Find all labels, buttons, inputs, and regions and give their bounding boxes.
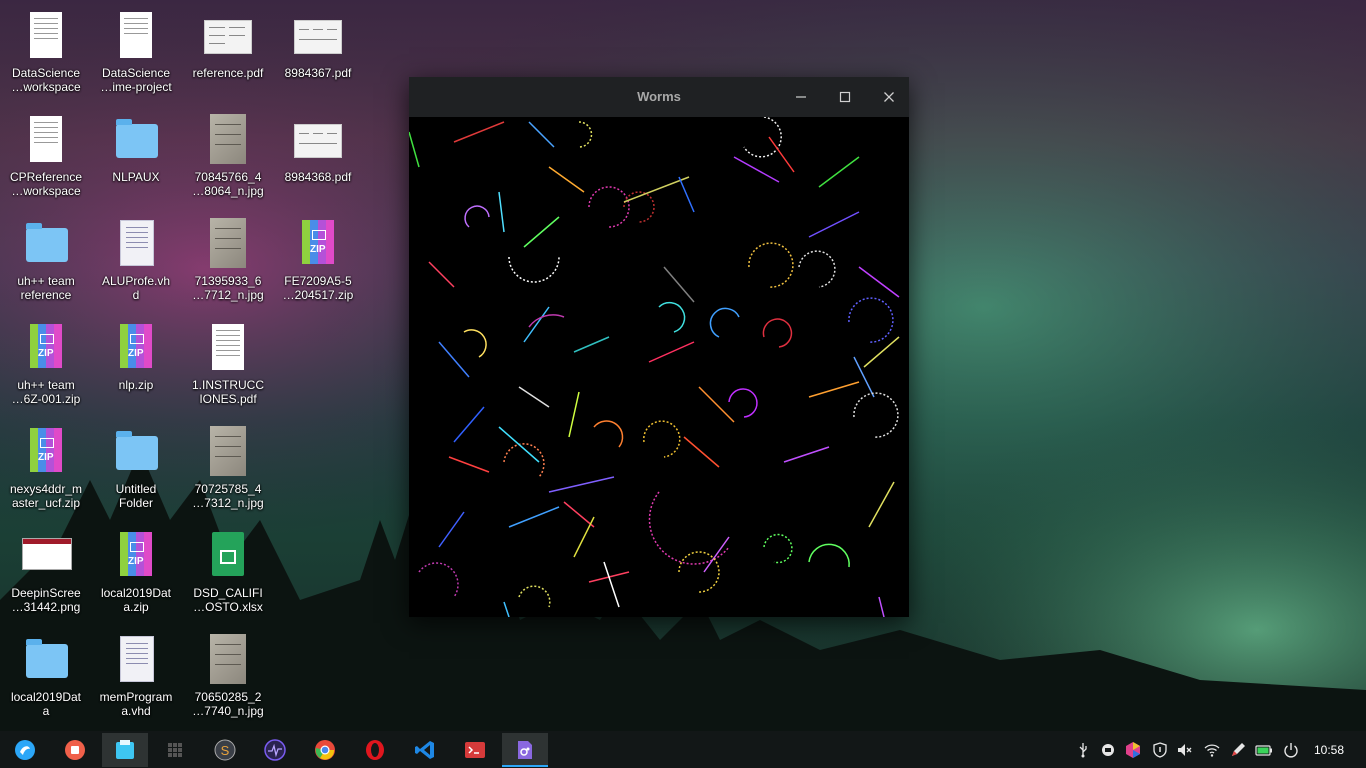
screen-recorder-icon (65, 740, 85, 760)
taskbar-clock[interactable]: 10:58 (1306, 741, 1352, 759)
photo-thumbnail-icon (204, 114, 252, 166)
zip-archive-icon: ZIP (22, 426, 70, 478)
svg-text:S: S (221, 743, 230, 758)
photo-thumbnail-icon (204, 218, 252, 270)
zip-archive-icon: ZIP (294, 218, 342, 270)
worms-window: Worms (409, 77, 909, 617)
taskbar-screen-recorder[interactable] (52, 733, 98, 767)
shield-icon[interactable] (1151, 741, 1169, 759)
folder-icon (112, 426, 160, 478)
zip-archive-icon: ZIP (22, 322, 70, 374)
spreadsheet-icon (204, 530, 252, 582)
chrome-icon (315, 740, 335, 760)
notification-icon[interactable] (1099, 741, 1117, 759)
minimize-icon (796, 96, 806, 98)
close-icon (884, 92, 894, 102)
volume-muted-icon[interactable] (1176, 741, 1194, 759)
color-app-icon[interactable] (1124, 741, 1142, 759)
worms-app-icon (518, 741, 532, 759)
document-icon (112, 10, 160, 62)
desktop-icon-memprograma-vhd[interactable]: memProgram a.vhd (91, 634, 181, 718)
window-titlebar[interactable]: Worms (409, 77, 909, 117)
image-thumbnail-icon (22, 530, 72, 582)
taskbar-vscode[interactable] (402, 733, 448, 767)
folder-icon (112, 114, 160, 166)
pdf-thumbnail-icon (204, 10, 252, 62)
folder-icon (22, 634, 70, 686)
desktop-icon-uh-team-zip[interactable]: ZIP uh++ team …6Z-001.zip (1, 322, 91, 406)
power-icon[interactable] (1282, 741, 1300, 759)
desktop-icon-70725785-jpg[interactable]: 70725785_4 …7312_n.jpg (183, 426, 273, 510)
taskbar-chrome[interactable] (302, 733, 348, 767)
text-file-icon (112, 634, 160, 686)
maximize-icon (839, 91, 851, 103)
minimize-button[interactable] (789, 85, 813, 109)
desktop-icon-local2019data-folder[interactable]: local2019Dat a (1, 634, 91, 718)
document-icon (204, 322, 252, 374)
desktop-icon-untitled-folder[interactable]: Untitled Folder (91, 426, 181, 510)
pdf-thumbnail-icon (294, 114, 342, 166)
taskbar-app-grid[interactable] (152, 733, 198, 767)
text-file-icon (112, 218, 160, 270)
terminal-icon (465, 742, 485, 758)
taskbar-system-monitor[interactable] (252, 733, 298, 767)
desktop-icon-nexys4ddr-zip[interactable]: ZIP nexys4ddr_m aster_ucf.zip (1, 426, 91, 510)
close-button[interactable] (877, 85, 901, 109)
taskbar-worms-app[interactable] (502, 733, 548, 767)
vscode-icon (415, 741, 434, 759)
app-grid-icon (168, 743, 182, 757)
file-manager-icon (116, 740, 134, 759)
desktop-icon-fe7209a5-zip[interactable]: ZIP FE7209A5-5 …204517.zip (273, 218, 363, 302)
taskbar-opera[interactable] (352, 733, 398, 767)
maximize-button[interactable] (833, 85, 857, 109)
sublime-text-icon: S (214, 739, 236, 761)
taskbar-launcher[interactable] (2, 733, 48, 767)
desktop-icon-dsd-xlsx[interactable]: DSD_CALIFI …OSTO.xlsx (183, 530, 273, 614)
desktop-icon-datascience-workspace[interactable]: DataScience …workspace (1, 10, 91, 94)
desktop-icon-datascience-project[interactable]: DataScience …ime-project (91, 10, 181, 94)
taskbar-terminal[interactable] (452, 733, 498, 767)
desktop-icon-local2019data-zip[interactable]: ZIP local2019Dat a.zip (91, 530, 181, 614)
taskbar-sublime-text[interactable]: S (202, 733, 248, 767)
desktop-icon-70650285-jpg[interactable]: 70650285_2 …7740_n.jpg (183, 634, 273, 718)
desktop-icon-cpreference-workspace[interactable]: CPReference …workspace (1, 114, 91, 198)
desktop-icon-70845766-jpg[interactable]: 70845766_4 …8064_n.jpg (183, 114, 273, 198)
usb-icon[interactable] (1074, 741, 1092, 759)
launcher-icon (15, 740, 35, 760)
desktop-icon-uh-team-reference-folder[interactable]: uh++ team reference (1, 218, 91, 302)
worms-drawing (409, 117, 900, 617)
document-icon (22, 114, 70, 166)
photo-thumbnail-icon (204, 634, 252, 686)
desktop-icon-aluprofe-vhd[interactable]: ALUProfe.vh d (91, 218, 181, 302)
desktop-icon-nlpaux-folder[interactable]: NLPAUX (91, 114, 181, 184)
desktop-icon-nlp-zip[interactable]: ZIP nlp.zip (91, 322, 181, 392)
desktop-icon-8984367-pdf[interactable]: 8984367.pdf (273, 10, 363, 80)
wifi-icon[interactable] (1203, 741, 1221, 759)
system-monitor-icon (264, 739, 286, 761)
photo-thumbnail-icon (204, 426, 252, 478)
opera-icon (366, 740, 384, 760)
desktop-icon-reference-pdf[interactable]: reference.pdf (183, 10, 273, 80)
desktop-icon-deepinscreenshot-png[interactable]: DeepinScree …31442.png (1, 530, 91, 614)
taskbar-file-manager[interactable] (102, 733, 148, 767)
worms-canvas[interactable] (409, 117, 909, 617)
battery-icon[interactable] (1255, 741, 1273, 759)
zip-archive-icon: ZIP (112, 530, 160, 582)
zip-archive-icon: ZIP (112, 322, 160, 374)
document-icon (22, 10, 70, 62)
pen-icon[interactable] (1229, 741, 1247, 759)
desktop-icon-71395933-jpg[interactable]: 71395933_6 …7712_n.jpg (183, 218, 273, 302)
desktop-icon-8984368-pdf[interactable]: 8984368.pdf (273, 114, 363, 184)
folder-icon (22, 218, 70, 270)
pdf-thumbnail-icon (294, 10, 342, 62)
desktop-icon-instrucciones-pdf[interactable]: 1.INSTRUCC IONES.pdf (183, 322, 273, 406)
